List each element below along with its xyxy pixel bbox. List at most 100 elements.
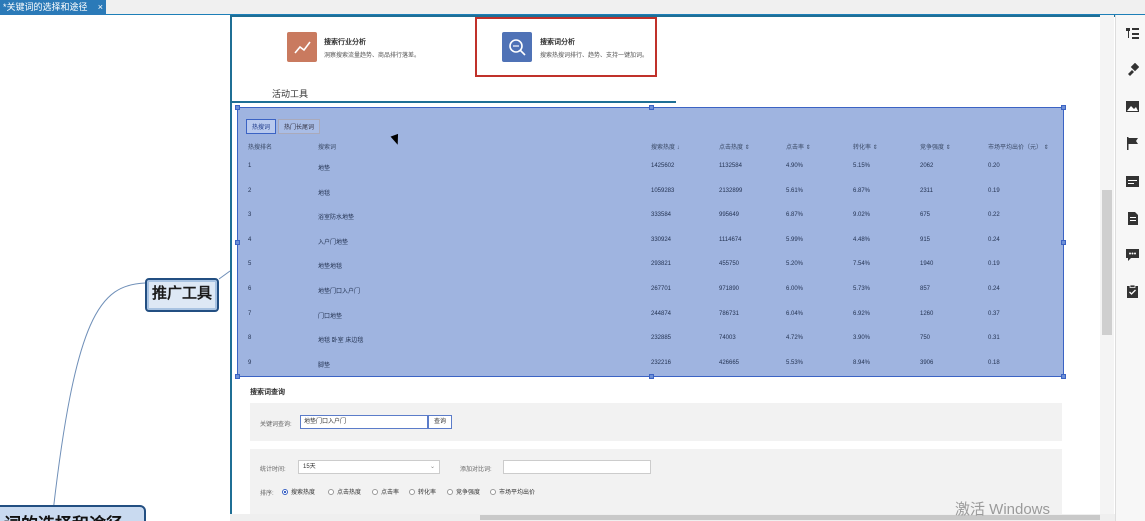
mindmap-node-promotion-tools[interactable]: 推广工具 xyxy=(145,278,219,312)
column-header[interactable]: 搜索词 xyxy=(318,142,336,151)
resize-handle[interactable] xyxy=(1061,105,1066,110)
table-row[interactable]: 8 地毯 卧室 床边毯 232885 74003 4.72% 3.90% 750 0.31 xyxy=(238,326,1065,350)
resize-handle[interactable] xyxy=(649,105,654,110)
radio-icon xyxy=(409,489,415,496)
table-cell: 1260 xyxy=(920,310,934,317)
add-compare-label: 添加对比词: xyxy=(460,467,492,473)
table-cell: 2311 xyxy=(920,187,933,194)
column-header[interactable]: 搜索热度 ↓ xyxy=(651,142,680,151)
filter-panel: 统计时间: 15天 ⌄ 添加对比词: 排序: 搜索热度 点击热度 点击率 转化率… xyxy=(250,449,1062,515)
sort-option[interactable]: 市场平均出价 xyxy=(490,487,535,496)
embedded-screenshot: 搜索行业分析 洞察搜索流量趋势、商品排行落差。 搜索词分析 搜索热搜词排行、趋势… xyxy=(230,15,1115,515)
task-clipboard-icon[interactable] xyxy=(1126,285,1139,298)
tab-hot-keywords[interactable]: 热搜词 xyxy=(246,119,277,134)
text-style-icon[interactable] xyxy=(1126,175,1139,188)
table-cell: 9 xyxy=(248,359,252,366)
outline-icon[interactable] xyxy=(1126,27,1139,40)
table-row[interactable]: 6 地垫门口入户门 267701 971890 6.00% 5.73% 857 0.24 xyxy=(238,277,1065,301)
table-row[interactable]: 3 浴室防水地垫 333584 995649 6.87% 9.02% 675 0.22 xyxy=(238,203,1065,227)
resize-handle[interactable] xyxy=(235,105,240,110)
mindmap-root-node[interactable]: 词的选择和途径 xyxy=(0,505,146,521)
table-cell: 7 xyxy=(248,310,252,317)
table-cell: 330924 xyxy=(651,236,672,243)
sort-option-label: 转化率 xyxy=(418,490,437,496)
table-cell: 0.19 xyxy=(988,187,1000,194)
sort-option[interactable]: 点击热度 xyxy=(328,487,361,496)
search-button[interactable]: 查询 xyxy=(428,415,452,429)
column-header[interactable]: 点击率 ⇕ xyxy=(786,142,811,151)
table-cell: 0.22 xyxy=(988,212,1000,219)
table-cell: 5.73% xyxy=(853,286,871,292)
format-brush-icon[interactable] xyxy=(1126,63,1139,76)
chart-trend-icon xyxy=(287,32,317,62)
scrollbar-thumb[interactable] xyxy=(1102,190,1112,335)
table-row[interactable]: 4 入户门地垫 330924 1114674 5.99% 4.48% 915 0.24 xyxy=(238,228,1065,252)
table-cell: 2132899 xyxy=(719,187,743,194)
sort-option[interactable]: 搜索热度 xyxy=(282,487,315,496)
table-cell: 地垫门口入户门 xyxy=(318,289,361,295)
flag-icon[interactable] xyxy=(1126,137,1139,150)
vertical-scrollbar[interactable] xyxy=(1100,15,1114,515)
column-header[interactable]: 点击热度 ⇕ xyxy=(719,142,750,151)
table-cell: 1940 xyxy=(920,261,934,268)
table-cell: 0.31 xyxy=(988,335,1000,342)
column-header[interactable]: 竞争强度 ⇕ xyxy=(920,142,951,151)
note-icon[interactable] xyxy=(1126,212,1139,225)
column-header[interactable]: 市场平均出价（元） ⇕ xyxy=(988,142,1049,151)
add-compare-input[interactable] xyxy=(503,460,651,474)
comment-icon[interactable] xyxy=(1126,248,1139,261)
table-row[interactable]: 2 地毯 1059283 2132899 5.61% 6.87% 2311 0.19 xyxy=(238,179,1065,203)
card-industry-analysis[interactable]: 搜索行业分析 洞察搜索流量趋势、商品排行落差。 xyxy=(282,27,462,67)
sort-option[interactable]: 竞争强度 xyxy=(447,487,480,496)
sort-option[interactable]: 点击率 xyxy=(372,487,399,496)
column-header[interactable]: 热搜排名 xyxy=(248,142,272,151)
table-row[interactable]: 9 脚垫 232216 426665 5.53% 8.94% 3906 0.18 xyxy=(238,351,1065,375)
radio-icon xyxy=(372,489,378,496)
table-row[interactable]: 5 地垫地毯 293821 455750 5.20% 7.54% 1940 0.19 xyxy=(238,252,1065,276)
table-cell: 232216 xyxy=(651,359,672,366)
table-cell: 6.87% xyxy=(853,187,871,194)
chevron-down-icon: ⌄ xyxy=(429,464,435,470)
table-cell: 232885 xyxy=(651,335,672,342)
table-cell: 3906 xyxy=(920,359,934,366)
time-select[interactable]: 15天 ⌄ xyxy=(298,460,440,474)
time-label: 统计时间: xyxy=(260,467,286,473)
sort-label: 排序: xyxy=(260,491,274,497)
table-cell: 6.04% xyxy=(786,310,804,317)
table-cell: 1132584 xyxy=(719,163,742,169)
table-cell: 915 xyxy=(920,236,931,243)
table-row[interactable]: 1 地垫 1425602 1132584 4.90% 5.15% 2062 0.20 xyxy=(238,154,1065,178)
table-cell: 1114674 xyxy=(719,236,742,243)
table-cell: 293821 xyxy=(651,261,672,268)
tab-long-tail-keywords[interactable]: 热门长尾词 xyxy=(278,119,321,134)
search-magnifier-icon xyxy=(502,32,532,62)
table-cell: 5.99% xyxy=(786,236,804,243)
table-cell: 455750 xyxy=(719,261,740,268)
table-cell: 0.24 xyxy=(988,286,1000,292)
radio-icon xyxy=(490,489,496,496)
table-cell: 6.00% xyxy=(786,286,804,292)
table-cell: 入户门地垫 xyxy=(318,239,349,246)
card-description: 洞察搜索流量趋势、商品排行落差。 xyxy=(324,53,421,59)
table-cell: 244874 xyxy=(651,310,672,317)
table-cell: 1 xyxy=(248,163,252,169)
table-cell: 地垫 xyxy=(318,166,331,172)
table-cell: 2 xyxy=(248,187,252,194)
keyword-query-section: 搜索词查询 关键词查询: 地垫门口入户门 查询 统计时间: 15天 ⌄ 添加对比… xyxy=(232,379,1115,515)
keyword-input[interactable]: 地垫门口入户门 xyxy=(300,415,428,429)
image-icon[interactable] xyxy=(1126,100,1139,113)
column-header[interactable]: 转化率 ⇕ xyxy=(853,142,878,151)
table-row[interactable]: 7 门口地垫 244874 786731 6.04% 6.92% 1260 0.37 xyxy=(238,302,1065,326)
time-select-value: 15天 xyxy=(303,464,316,470)
table-cell: 4.48% xyxy=(853,236,871,243)
table-cell: 浴室防水地垫 xyxy=(318,215,355,222)
table-cell: 4 xyxy=(248,236,252,243)
selected-table-region[interactable]: 热搜词 热门长尾词 热搜排名 搜索词 搜索热度 ↓ 点击热度 ⇕ 点击率 ⇕ 转化… xyxy=(235,105,1066,379)
tab-document[interactable]: *关键词的选择和途径 × xyxy=(0,0,106,15)
table-cell: 地垫地毯 xyxy=(318,264,343,271)
table-cell: 6 xyxy=(248,286,252,292)
table-header: 热搜排名 搜索词 搜索热度 ↓ 点击热度 ⇕ 点击率 ⇕ 转化率 ⇕ 竞争强度 … xyxy=(238,138,1065,154)
sort-option[interactable]: 转化率 xyxy=(409,487,436,496)
close-tab-icon[interactable]: × xyxy=(98,0,103,15)
card-keyword-analysis[interactable]: 搜索词分析 搜索热搜词排行、趋势、支持一键加词。 xyxy=(500,27,650,67)
